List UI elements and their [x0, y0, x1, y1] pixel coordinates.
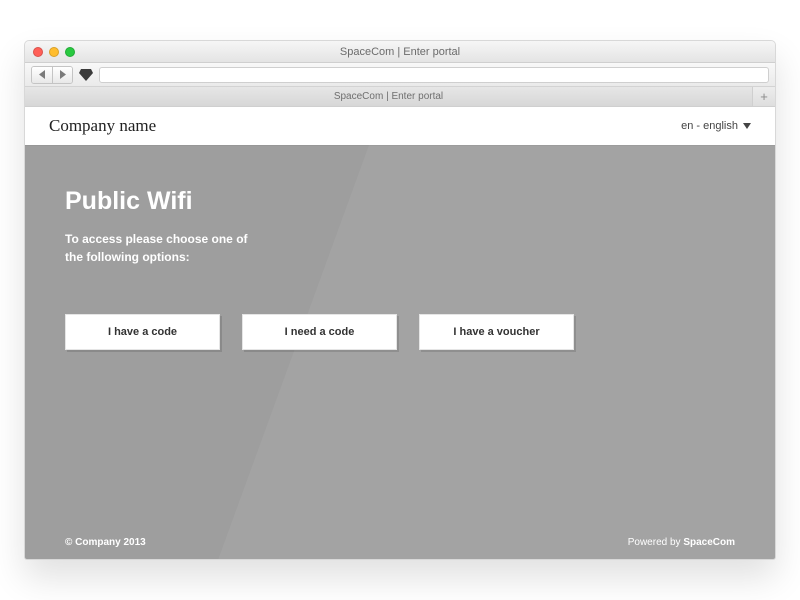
browser-window: SpaceCom | Enter portal SpaceCom | Enter…	[24, 40, 776, 560]
language-selector[interactable]: en - english	[681, 120, 751, 132]
chevron-down-icon	[743, 123, 751, 129]
sketch-icon	[77, 67, 95, 83]
site-footer: © Company 2013 Powered by SpaceCom	[25, 525, 775, 559]
new-tab-button[interactable]: +	[753, 87, 775, 106]
option-buttons: I have a code I need a code I have a vou…	[65, 314, 735, 350]
forward-button[interactable]	[52, 67, 72, 83]
browser-toolbar	[25, 63, 775, 87]
need-code-button[interactable]: I need a code	[242, 314, 397, 350]
main-content: Public Wifi To access please choose one …	[25, 145, 775, 350]
nav-buttons	[31, 66, 73, 84]
option-label: I have a voucher	[453, 326, 539, 338]
page-body: Company name en - english Public Wifi To…	[25, 107, 775, 559]
copyright-text: © Company 2013	[65, 537, 146, 548]
page-heading: Public Wifi	[65, 187, 735, 216]
option-label: I need a code	[285, 326, 355, 338]
tab-bar: SpaceCom | Enter portal +	[25, 87, 775, 107]
browser-tab[interactable]: SpaceCom | Enter portal	[25, 87, 753, 106]
have-code-button[interactable]: I have a code	[65, 314, 220, 350]
powered-by: Powered by SpaceCom	[628, 537, 735, 548]
powered-brand: SpaceCom	[683, 537, 735, 548]
traffic-lights	[33, 47, 75, 57]
option-label: I have a code	[108, 326, 177, 338]
close-window-icon[interactable]	[33, 47, 43, 57]
powered-prefix: Powered by	[628, 537, 684, 548]
address-bar[interactable]	[99, 67, 769, 83]
zoom-window-icon[interactable]	[65, 47, 75, 57]
tab-label: SpaceCom | Enter portal	[334, 91, 443, 102]
back-button[interactable]	[32, 67, 52, 83]
window-title: SpaceCom | Enter portal	[340, 46, 460, 58]
window-titlebar: SpaceCom | Enter portal	[25, 41, 775, 63]
company-logo: Company name	[49, 116, 156, 136]
have-voucher-button[interactable]: I have a voucher	[419, 314, 574, 350]
site-header: Company name en - english	[25, 107, 775, 145]
instructions-text: To access please choose one of the follo…	[65, 230, 265, 266]
language-label: en - english	[681, 120, 738, 132]
minimize-window-icon[interactable]	[49, 47, 59, 57]
